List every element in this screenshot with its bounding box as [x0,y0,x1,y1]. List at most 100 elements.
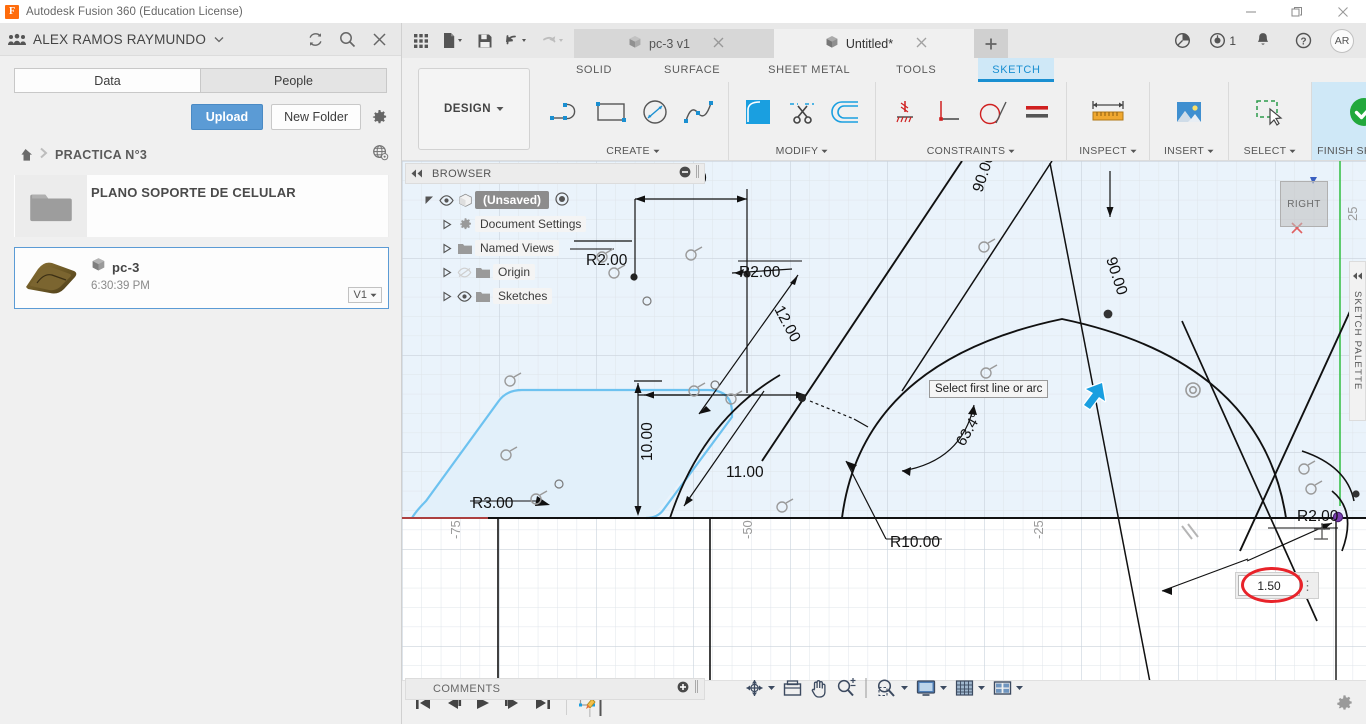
offset-icon[interactable] [825,88,867,136]
window-close-button[interactable] [1320,0,1366,23]
panel-finish-sketch-label: FINISH SKETCH [1316,142,1366,160]
tab-data[interactable]: Data [14,68,201,93]
fillet-icon[interactable] [737,88,779,136]
triangle-closed-icon[interactable] [439,291,455,302]
viewports-button[interactable] [990,675,1027,700]
eye-off-icon[interactable] [455,267,473,278]
minus-circle-icon[interactable] [679,165,691,183]
collapse-left-icon[interactable] [410,165,424,183]
chevron-right-icon [39,146,48,164]
tangent-constraint-icon[interactable] [972,88,1014,136]
zoom-button[interactable] [833,675,860,700]
triangle-closed-icon[interactable] [439,243,455,254]
workspace-selector[interactable]: DESIGN [418,68,530,150]
look-at-button[interactable] [780,675,806,700]
search-icon[interactable] [337,29,357,49]
window-minimize-button[interactable] [1228,0,1274,23]
insert-image-icon[interactable] [1168,88,1210,136]
tab-people[interactable]: People [201,68,387,93]
save-icon[interactable] [472,26,498,56]
version-selector[interactable]: V1 [347,287,382,303]
home-icon[interactable] [18,148,33,162]
timeline-settings-gear-icon[interactable] [1332,691,1356,715]
ribbon-tab-surface[interactable]: SURFACE [650,58,734,76]
help-icon[interactable]: ? [1290,26,1316,56]
trim-scissors-icon[interactable] [781,88,823,136]
upload-button[interactable]: Upload [190,104,264,130]
undo-icon[interactable] [500,26,534,56]
grid-snap-button[interactable] [952,675,989,700]
bell-icon[interactable] [1250,26,1276,56]
tree-item-unsaved[interactable]: (Unsaved) [405,188,705,212]
radio-icon[interactable] [555,191,569,209]
measure-ruler-icon[interactable] [1087,88,1129,136]
equal-constraint-icon[interactable] [1016,88,1058,136]
list-item-design[interactable]: pc-3 6:30:39 PM V1 [14,247,389,309]
grip-icon[interactable] [694,680,699,698]
collapse-right-icon[interactable] [1352,267,1363,285]
dimension-input-group[interactable]: ⋮ [1235,572,1319,599]
spline-icon[interactable] [678,88,720,136]
display-settings-button[interactable] [913,675,951,700]
new-tab-button[interactable] [974,29,1008,58]
triangle-open-icon[interactable] [421,195,437,206]
browser-tree: (Unsaved) Document Settings Named Views … [405,184,705,308]
eye-icon[interactable] [437,194,455,206]
pan-hand-button[interactable] [807,675,832,700]
doc-tab-untitled[interactable]: Untitled* [774,29,974,58]
view-cube-face-label[interactable]: RIGHT [1280,181,1328,227]
zoom-fit-button[interactable] [873,675,912,700]
ribbon-tab-tools[interactable]: TOOLS [882,58,950,76]
close-panel-icon[interactable] [369,29,389,49]
globe-eye-icon[interactable] [372,144,389,166]
redo-icon[interactable] [536,26,570,56]
new-file-icon[interactable] [436,26,470,56]
axis-label-neg50: -50 [740,520,755,539]
eye-icon[interactable] [455,290,473,302]
chevron-down-icon [978,685,985,690]
sketch-palette-tab[interactable]: SKETCH PALETTE [1349,261,1366,421]
triangle-closed-icon[interactable] [439,219,455,230]
view-cube[interactable]: RIGHT [1280,181,1328,227]
select-window-icon[interactable] [1249,88,1291,136]
refresh-icon[interactable] [305,29,325,49]
tree-item-sketches[interactable]: Sketches [405,284,705,308]
triangle-closed-icon[interactable] [439,267,455,278]
ribbon-tab-solid[interactable]: SOLID [562,58,626,76]
new-folder-button[interactable]: New Folder [271,104,361,130]
rectangle-icon[interactable] [590,88,632,136]
ribbon-tab-sketch[interactable]: SKETCH [978,58,1055,82]
grip-icon[interactable] [695,164,700,183]
close-icon[interactable] [916,37,927,51]
window-restore-button[interactable] [1274,0,1320,23]
orbit-button[interactable] [742,675,779,700]
horizontal-vertical-constraint-icon[interactable] [928,88,970,136]
job-status-button[interactable]: 1 [1209,32,1236,49]
panel-label-text: FINISH SKETCH [1317,145,1366,157]
tree-item-named-views[interactable]: Named Views [405,236,705,260]
gear-icon[interactable] [369,107,389,127]
tree-item-origin[interactable]: Origin [405,260,705,284]
chevron-down-icon[interactable] [214,30,224,48]
comments-panel[interactable]: COMMENTS [405,678,705,700]
dimension-value-input[interactable] [1238,575,1300,596]
plus-circle-icon[interactable] [677,680,689,698]
extensions-icon[interactable] [1169,26,1195,56]
close-icon[interactable] [713,37,724,51]
fix-constraint-icon[interactable] [884,88,926,136]
sketch-canvas[interactable]: 16.00 R2.00 R2.00 12.00 10.00 11.00 R3.0… [402,161,1366,703]
view-navigation-bar [742,674,1027,701]
line-icon[interactable] [546,88,588,136]
avatar[interactable]: AR [1330,28,1354,53]
data-panel: ALEX RAMOS RAYMUNDO Data People Upload N… [0,23,402,724]
panel-finish-sketch[interactable]: FINISH SKETCH [1311,82,1366,160]
breadcrumb-project[interactable]: PRACTICA N°3 [55,148,147,162]
ribbon-tab-sheet-metal[interactable]: SHEET METAL [754,58,864,76]
app-grid-icon[interactable] [408,26,434,56]
more-options-icon[interactable]: ⋮ [1300,578,1316,594]
green-check-icon[interactable] [1343,88,1366,136]
circle-diameter-icon[interactable] [634,88,676,136]
list-item-folder[interactable]: PLANO SOPORTE DE CELULAR [14,175,389,237]
doc-tab-pc3[interactable]: pc-3 v1 [574,29,774,58]
tree-item-document-settings[interactable]: Document Settings [405,212,705,236]
